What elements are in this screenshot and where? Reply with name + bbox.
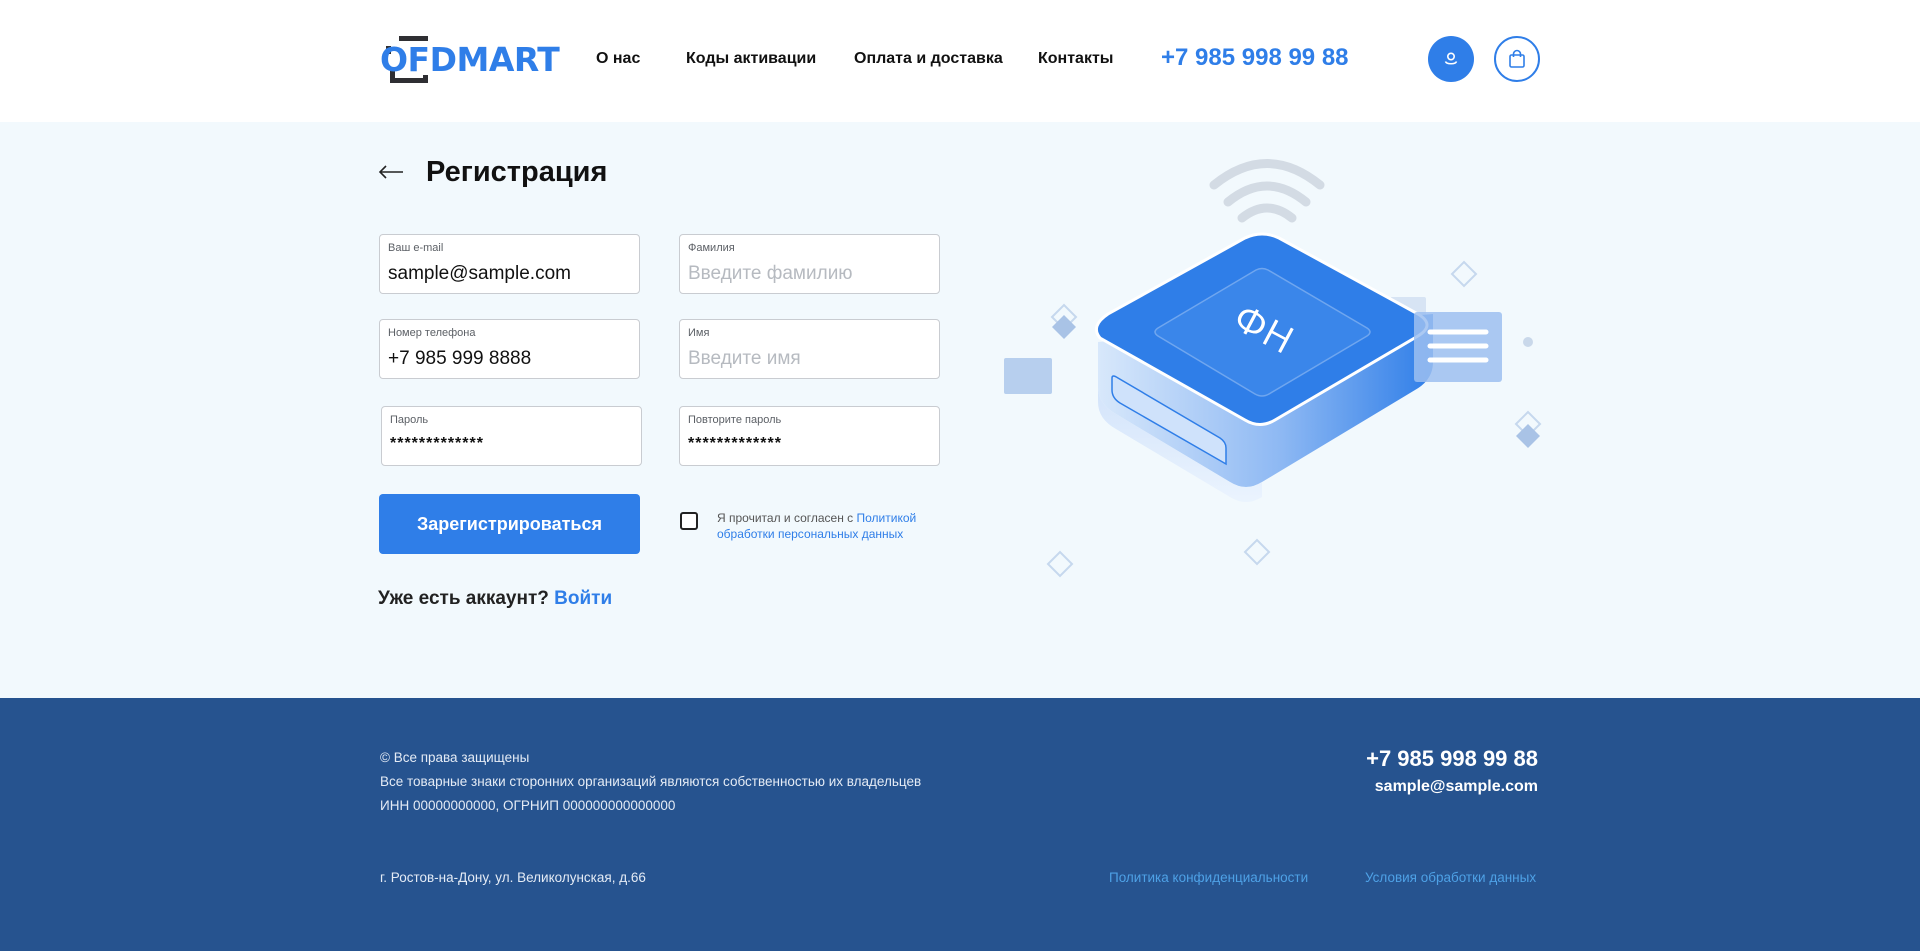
header-phone-link[interactable]: +7 985 998 99 88 [1161,44,1349,72]
wifi-icon [1209,159,1325,223]
lastname-field-label: Фамилия [688,242,735,254]
email-field[interactable]: Ваш e-mail sample@sample.com [379,234,640,294]
password-field-value: ************* [390,435,484,452]
password-field[interactable]: Пароль ************* [381,406,642,466]
nav-item-activation-codes[interactable]: Коды активации [686,50,816,68]
login-prompt: Уже есть аккаунт? Войти [378,588,612,610]
footer-phone-link[interactable]: +7 985 998 99 88 [1366,746,1538,772]
cart-button[interactable] [1494,36,1540,82]
consent-prefix: Я прочитал и согласен с [717,511,857,525]
footer-rights: © Все права защищены [380,750,530,765]
lastname-field[interactable]: Фамилия Введите фамилию [679,234,940,294]
footer-privacy-link[interactable]: Политика конфиденциальности [1109,870,1308,885]
logo-text: OFDMART [380,40,560,79]
footer-email-link[interactable]: sample@sample.com [1375,778,1538,796]
footer-address: г. Ростов-на-Дону, ул. Великолунская, д.… [380,870,646,885]
password-field-label: Пароль [390,414,429,426]
lastname-field-placeholder: Введите фамилию [688,263,853,284]
site-footer: © Все права защищены Все товарные знаки … [0,698,1920,951]
nav-item-about[interactable]: О нас [596,50,640,68]
password-repeat-field-label: Повторите пароль [688,414,782,426]
user-account-button[interactable] [1428,36,1474,82]
page-title: Регистрация [426,156,608,188]
logo[interactable]: OFDMART [380,34,560,86]
email-field-value: sample@sample.com [388,263,571,284]
phone-field-value: +7 985 999 8888 [388,348,532,369]
site-header: OFDMART О нас Коды активации Оплата и до… [0,0,1920,122]
shopping-bag-icon [1509,49,1525,68]
decorative-square [1004,358,1052,394]
register-button[interactable]: Зарегистрироваться [379,494,640,554]
footer-requisites: ИНН 00000000000, ОГРНИП 000000000000000 [380,798,676,813]
login-link[interactable]: Войти [554,588,612,609]
email-field-label: Ваш e-mail [388,242,444,254]
consent-checkbox[interactable] [680,512,698,530]
phone-field-label: Номер телефона [388,327,476,339]
firstname-field-placeholder: Введите имя [688,348,801,369]
arrow-left-icon[interactable] [378,164,404,180]
password-repeat-field-value: ************* [688,435,782,452]
footer-trademarks: Все товарные знаки сторонних организаций… [380,774,922,789]
fiscal-device-illustration: ФН [1004,159,1542,578]
firstname-field[interactable]: Имя Введите имя [679,319,940,379]
phone-field[interactable]: Номер телефона +7 985 999 8888 [379,319,640,379]
decorative-dot [1523,337,1533,347]
consent-text: Я прочитал и согласен с Политикой обрабо… [717,510,937,542]
login-question: Уже есть аккаунт? [378,588,549,609]
footer-data-terms-link[interactable]: Условия обработки данных [1365,870,1536,885]
password-repeat-field[interactable]: Повторите пароль ************* [679,406,940,466]
firstname-field-label: Имя [688,327,710,339]
nav-item-contacts[interactable]: Контакты [1038,50,1113,68]
registration-section: Регистрация Ваш e-mail sample@sample.com… [0,122,1920,698]
nav-item-payment-delivery[interactable]: Оплата и доставка [854,50,1003,68]
user-icon [1444,52,1458,65]
